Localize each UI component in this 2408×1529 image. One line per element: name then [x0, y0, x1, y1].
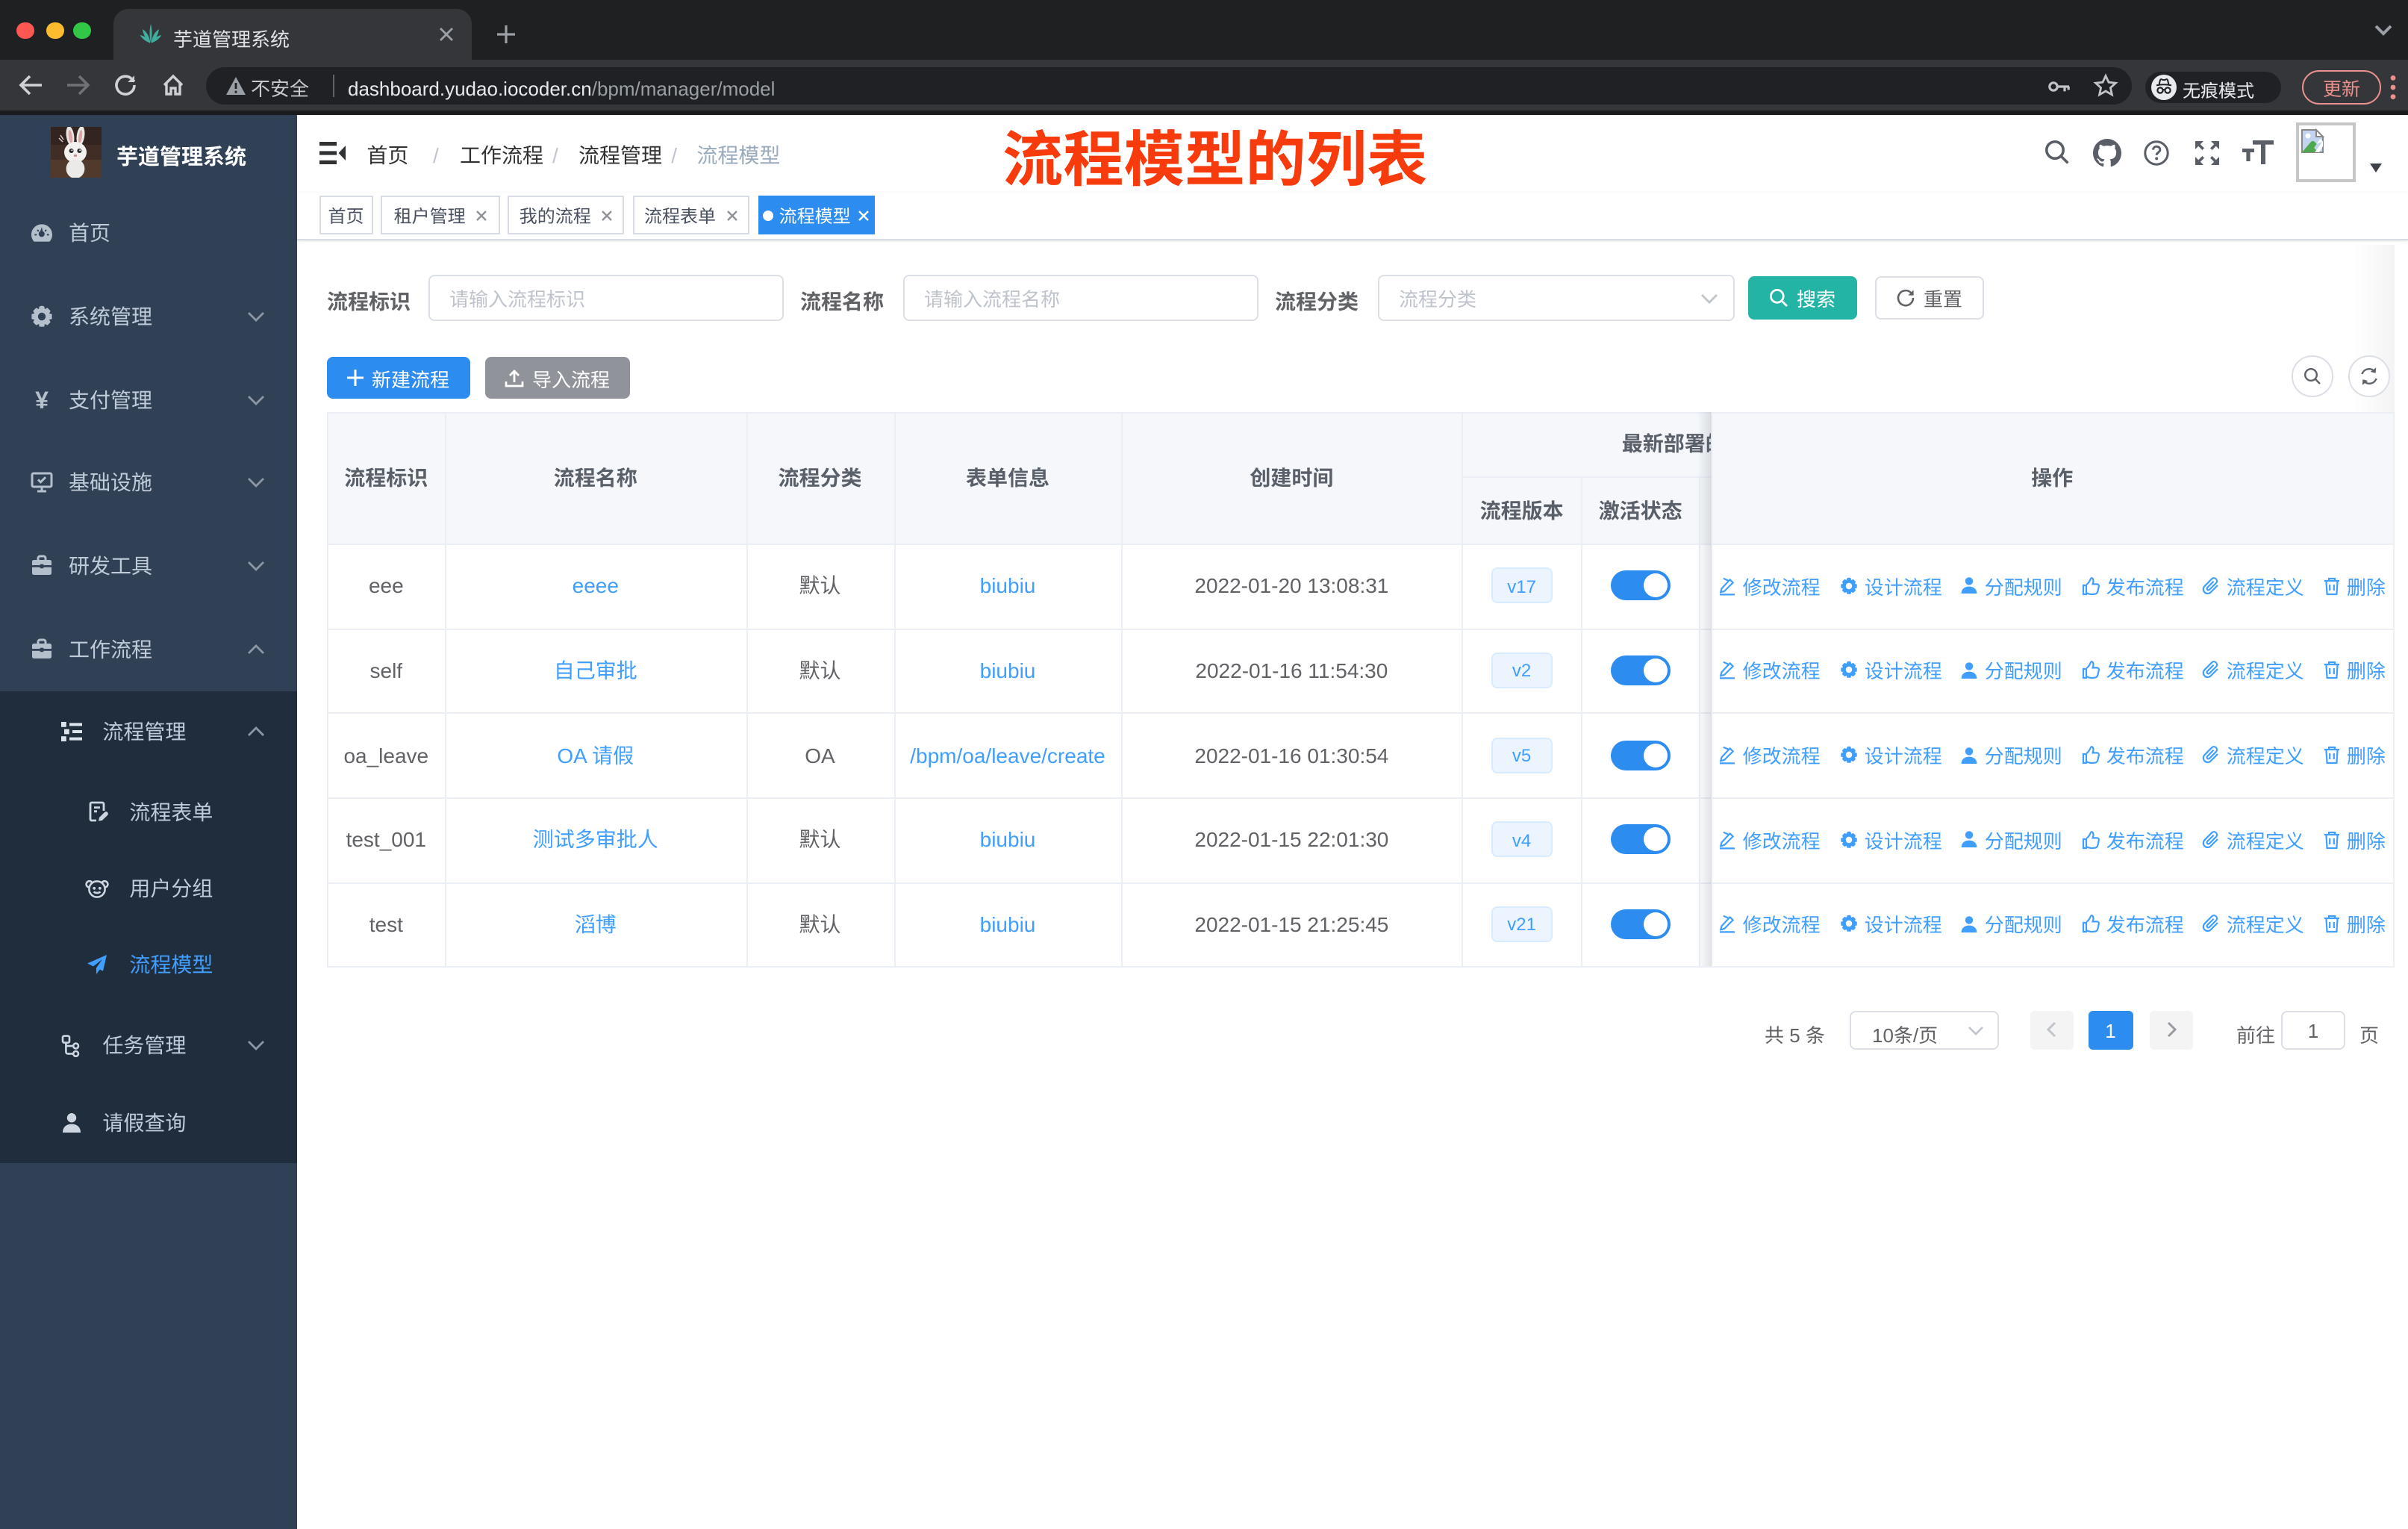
svg-text:¥: ¥: [35, 387, 49, 411]
